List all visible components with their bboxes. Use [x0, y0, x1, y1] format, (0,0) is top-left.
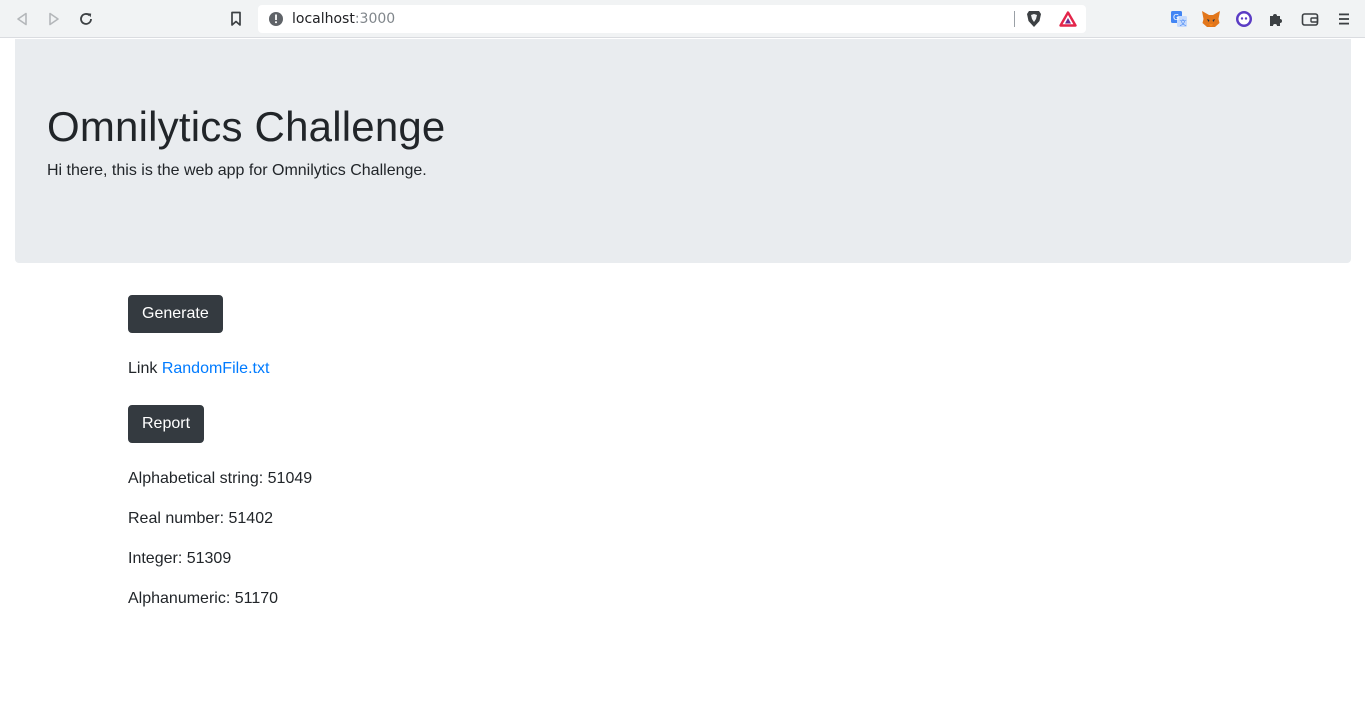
jumbotron: Omnilytics Challenge Hi there, this is t… [15, 39, 1351, 263]
forward-icon [49, 12, 59, 26]
report-alphanumeric-value: 51170 [234, 590, 279, 607]
page-title: Omnilytics Challenge [47, 103, 446, 150]
site-info-icon[interactable] [268, 11, 284, 27]
link-prefix: Link [128, 360, 158, 377]
metamask-fox-icon[interactable] [1200, 8, 1222, 30]
report-real-number-label: Real number: [128, 510, 225, 527]
report-integer-value: 51309 [186, 550, 232, 567]
report-alphabetical-label: Alphabetical string: [128, 470, 264, 487]
random-file-link[interactable]: RandomFile.txt [162, 360, 270, 377]
report-alphanumeric-label: Alphanumeric: [128, 590, 231, 607]
url-port: :3000 [354, 11, 396, 27]
svg-text:G: G [1173, 13, 1179, 22]
report-alphanumeric: Alphanumeric: 51170 [128, 589, 278, 609]
file-link-line: Link RandomFile.txt [128, 359, 269, 379]
reload-button[interactable] [73, 7, 99, 31]
svg-text:文: 文 [1180, 18, 1187, 27]
url-text[interactable]: localhost:3000 [292, 11, 395, 27]
back-icon [17, 12, 27, 26]
wallet-icon[interactable] [1299, 8, 1321, 30]
address-bar[interactable]: localhost:3000 [258, 5, 1086, 33]
generate-button[interactable]: Generate [128, 295, 223, 333]
report-integer-label: Integer: [128, 550, 183, 567]
report-real-number-value: 51402 [228, 510, 274, 527]
report-alphabetical-value: 51049 [267, 470, 313, 487]
translate-extension-icon[interactable]: G 文 [1168, 8, 1190, 30]
reload-icon [80, 13, 92, 25]
report-integer: Integer: 51309 [128, 549, 231, 569]
extension-circle-icon[interactable] [1233, 8, 1255, 30]
menu-icon[interactable] [1333, 8, 1355, 30]
back-button[interactable] [9, 7, 35, 31]
report-alphabetical: Alphabetical string: 51049 [128, 469, 312, 489]
brave-shields-icon[interactable] [1024, 10, 1044, 28]
report-real-number: Real number: 51402 [128, 509, 273, 529]
page-subtitle: Hi there, this is the web app for Omnily… [47, 162, 427, 179]
report-button[interactable]: Report [128, 405, 205, 443]
browser-toolbar: localhost:3000 G 文 [0, 0, 1365, 38]
bookmark-button[interactable] [223, 7, 249, 31]
forward-button[interactable] [41, 7, 67, 31]
brave-rewards-icon[interactable] [1058, 10, 1078, 28]
bookmark-icon [231, 11, 241, 26]
extensions-puzzle-icon[interactable] [1265, 8, 1287, 30]
address-divider [1014, 11, 1015, 27]
url-host: localhost [292, 11, 355, 27]
